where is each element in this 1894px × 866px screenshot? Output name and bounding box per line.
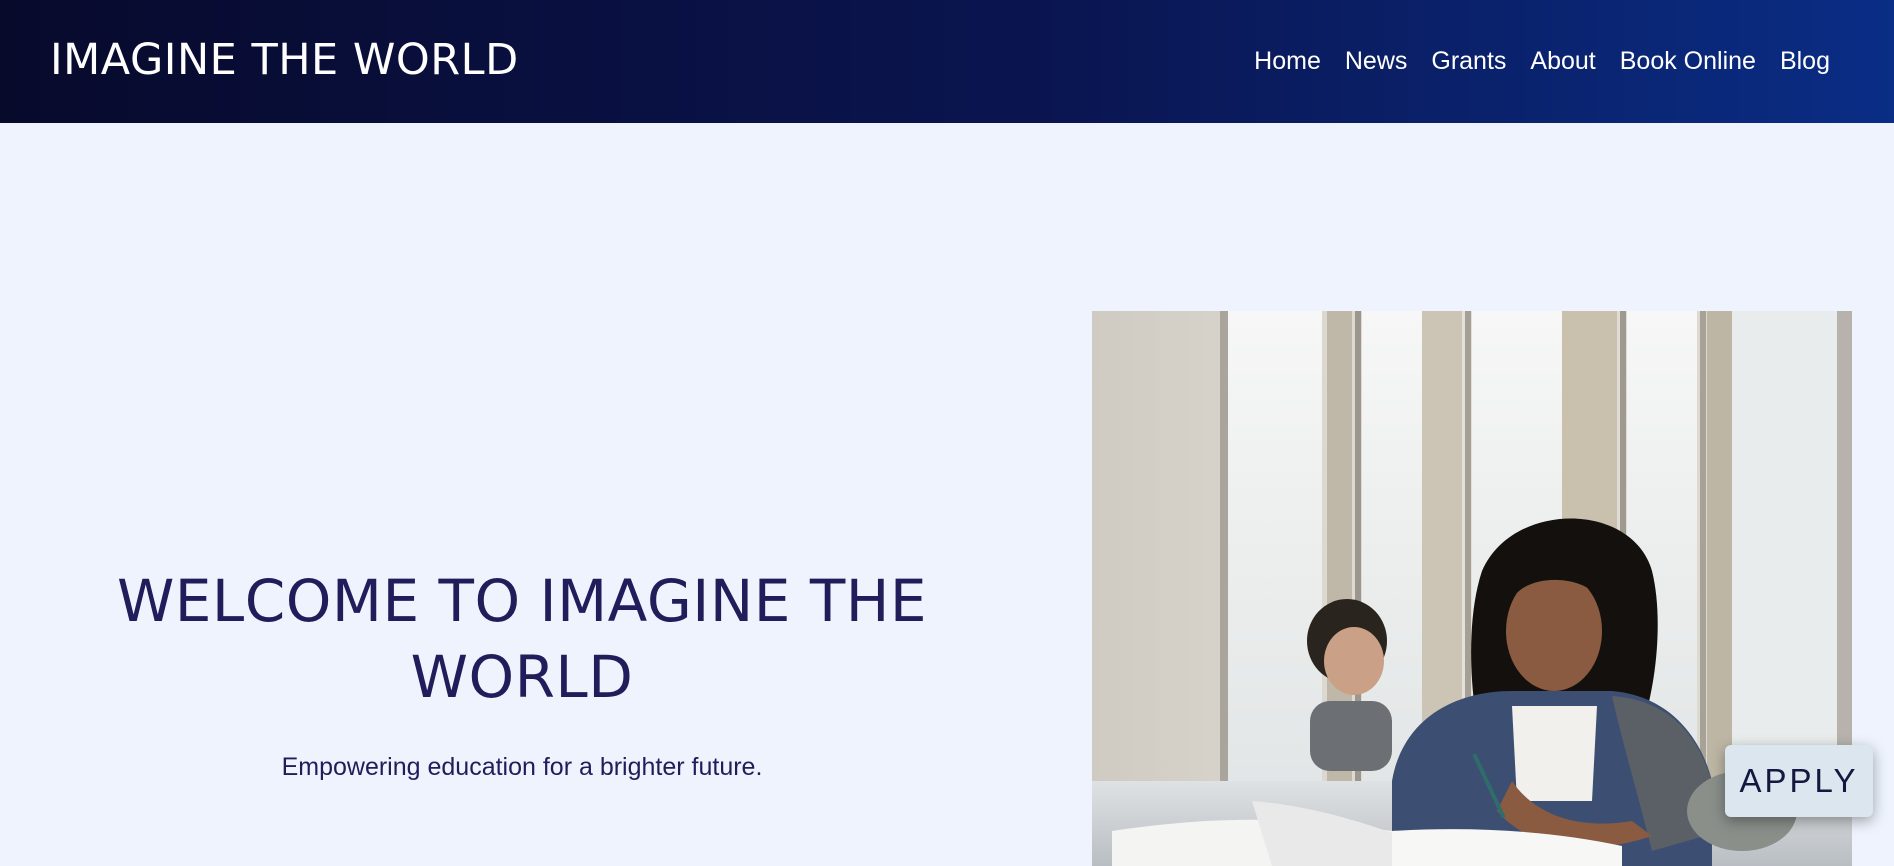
nav-link-book-online[interactable]: Book Online xyxy=(1620,44,1756,78)
hero-subheading: Empowering education for a brighter futu… xyxy=(281,753,763,781)
apply-button[interactable]: APPLY xyxy=(1725,745,1873,817)
site-title-link[interactable]: IMAGINE THE WORLD xyxy=(50,34,519,86)
site-header: IMAGINE THE WORLD Home News Grants About… xyxy=(0,0,1894,123)
nav-link-home[interactable]: Home xyxy=(1254,44,1321,78)
nav-link-about[interactable]: About xyxy=(1530,44,1595,78)
hero-heading: WELCOME TO IMAGINE THE WORLD xyxy=(116,567,928,711)
nav-link-grants[interactable]: Grants xyxy=(1431,44,1506,78)
main-nav: Home News Grants About Book Online Blog xyxy=(1254,44,1830,78)
nav-link-blog[interactable]: Blog xyxy=(1780,44,1830,78)
nav-link-news[interactable]: News xyxy=(1345,44,1408,78)
